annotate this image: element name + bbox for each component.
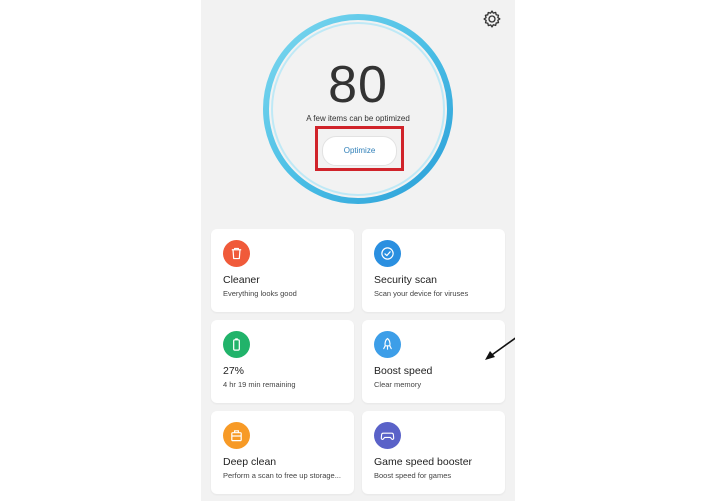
game-speed-booster-card[interactable]: Game speed booster Boost speed for games <box>362 411 505 494</box>
optimize-button[interactable]: Optimize <box>322 136 397 166</box>
security-scan-card[interactable]: Security scan Scan your device for virus… <box>362 229 505 312</box>
card-subtitle: Scan your device for viruses <box>374 289 469 298</box>
gear-icon[interactable] <box>482 9 502 29</box>
trash-icon <box>223 240 250 267</box>
card-title: Deep clean <box>223 456 277 468</box>
suitcase-icon <box>223 422 250 449</box>
score-subtitle: A few items can be optimized <box>306 114 410 123</box>
battery-remaining: 4 hr 19 min remaining <box>223 380 296 389</box>
battery-percentage: 27% <box>223 365 245 377</box>
card-subtitle: Everything looks good <box>223 289 297 298</box>
card-subtitle: Boost speed for games <box>374 471 452 480</box>
rocket-icon <box>374 331 401 358</box>
deep-clean-card[interactable]: Deep clean Perform a scan to free up sto… <box>211 411 354 494</box>
card-title: Game speed booster <box>374 456 473 468</box>
boost-speed-card[interactable]: Boost speed Clear memory <box>362 320 505 403</box>
gamepad-icon <box>374 422 401 449</box>
card-title: Security scan <box>374 274 438 286</box>
battery-card[interactable]: 27% 4 hr 19 min remaining <box>211 320 354 403</box>
card-title: Boost speed <box>374 365 433 377</box>
cleaner-card[interactable]: Cleaner Everything looks good <box>211 229 354 312</box>
card-title: Cleaner <box>223 274 260 286</box>
card-subtitle: Perform a scan to free up storage... <box>223 471 341 480</box>
battery-icon <box>223 331 250 358</box>
score-value: 80 <box>328 56 388 114</box>
shield-check-icon <box>374 240 401 267</box>
phone-manager-screen: 80 A few items can be optimized Optimize… <box>201 0 515 501</box>
card-subtitle: Clear memory <box>374 380 422 389</box>
